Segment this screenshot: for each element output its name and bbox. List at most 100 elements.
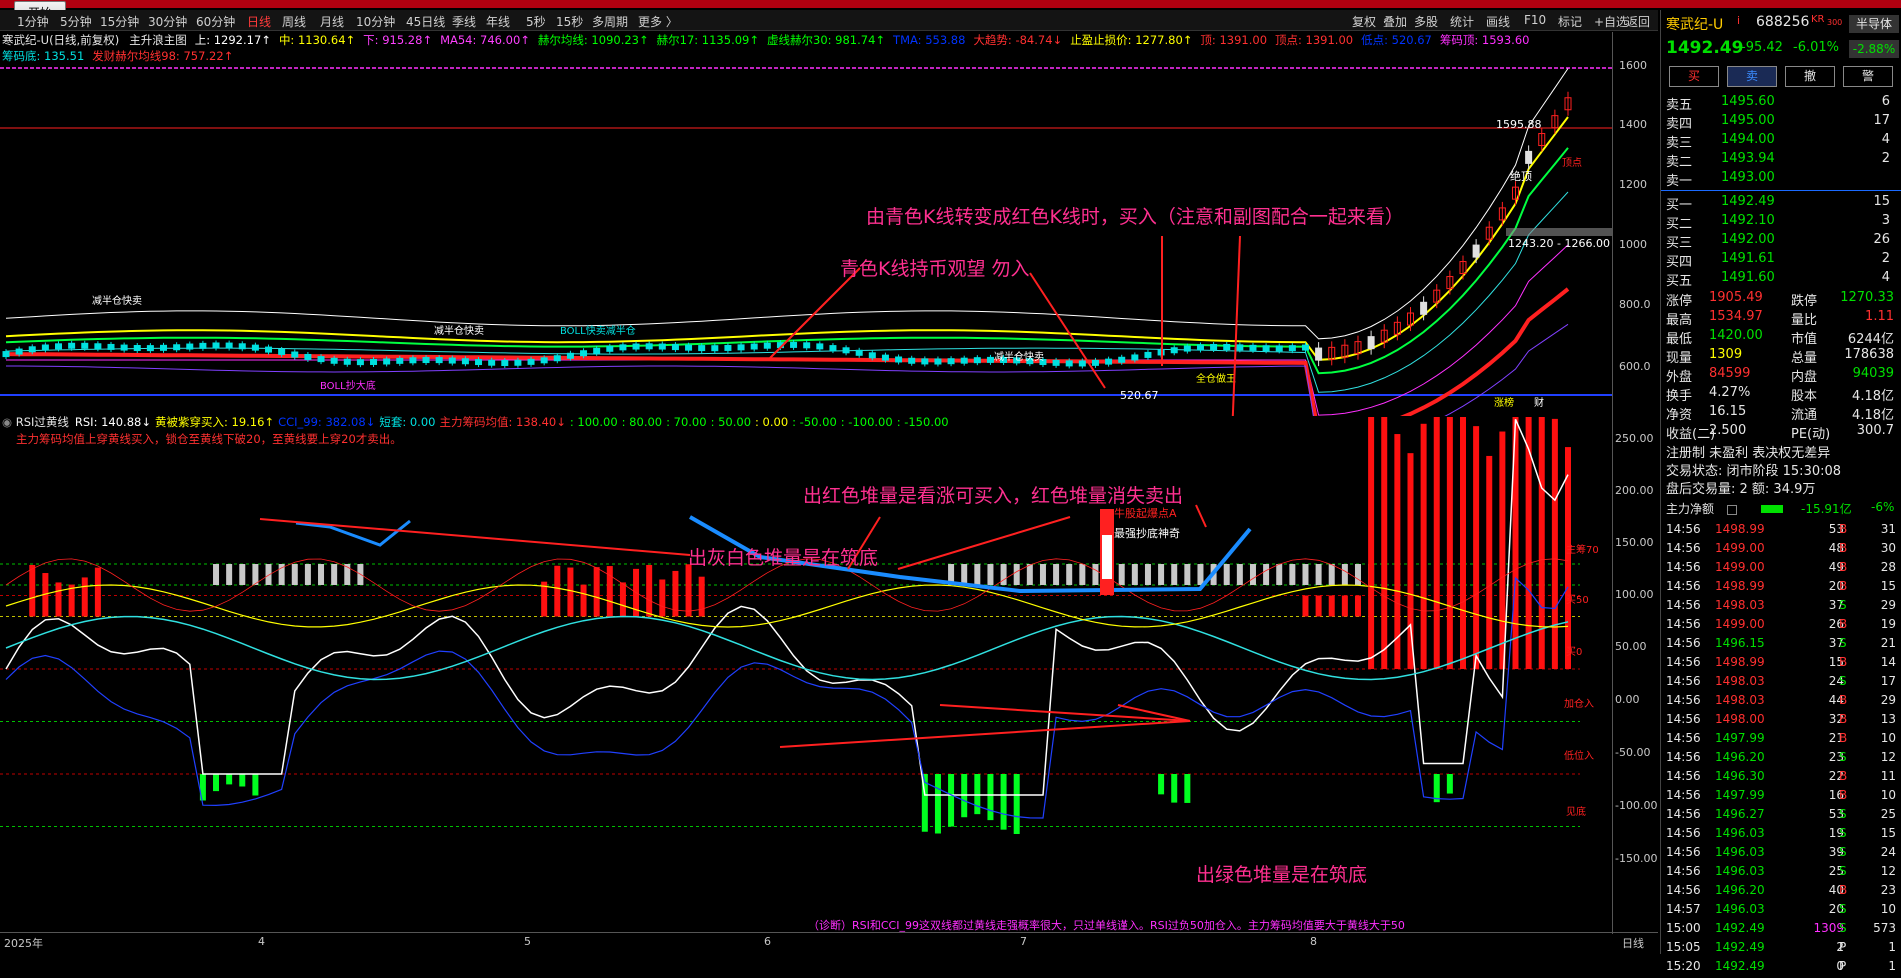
toolbar-button-3[interactable]: 统计 bbox=[1450, 13, 1474, 30]
candle bbox=[1288, 345, 1296, 352]
red-volume-bar bbox=[1473, 426, 1480, 669]
sell-button[interactable]: 卖 bbox=[1727, 66, 1777, 87]
main-axis-tick: 1000 bbox=[1619, 238, 1647, 251]
toolbar-button-5[interactable]: F10 bbox=[1524, 13, 1546, 27]
top-label: 绝顶 bbox=[1510, 169, 1532, 183]
gray-volume-bar bbox=[1131, 564, 1138, 585]
buy-button[interactable]: 买 bbox=[1669, 66, 1719, 87]
stat-row: 最高 1534.97 量比 1.11 bbox=[1666, 309, 1894, 328]
main-axis-tick: 600.0 bbox=[1619, 360, 1651, 373]
red-volume-bar bbox=[1315, 595, 1322, 617]
toolbar-button-6[interactable]: 标记 bbox=[1558, 13, 1582, 30]
annotation-red-volume: 出红色堆量是看涨可买入，红色堆量消失卖出 bbox=[803, 485, 1184, 507]
main-indicator-value: 低点: 520.67 bbox=[1361, 33, 1432, 47]
period-tab-8[interactable]: 10分钟 bbox=[356, 13, 395, 30]
period-tab-7[interactable]: 月线 bbox=[320, 13, 344, 30]
main-indicator-value: MA54: 746.00↑ bbox=[440, 33, 530, 47]
period-tab-10[interactable]: 季线 bbox=[452, 13, 476, 30]
tick-row: 14:56 1498.00 32 B 13 bbox=[1666, 712, 1896, 726]
cancel-order-button[interactable]: 撤 bbox=[1785, 66, 1835, 87]
quote-panel: 寒武纪-U i 688256 KR 300 半导体 1492.49 -95.42… bbox=[1660, 10, 1901, 973]
period-tab-1[interactable]: 5分钟 bbox=[60, 13, 92, 30]
time-axis-tick: 8 bbox=[1310, 935, 1317, 948]
period-tab-3[interactable]: 30分钟 bbox=[148, 13, 187, 30]
candle bbox=[855, 349, 863, 356]
candle bbox=[1249, 344, 1257, 351]
ask-row: 卖一 1493.00 bbox=[1666, 170, 1775, 189]
tick-row: 14:57 1496.03 20 S 10 bbox=[1666, 902, 1896, 916]
red-volume-bar bbox=[1433, 417, 1440, 669]
timeframe-label[interactable]: 日线 bbox=[1622, 935, 1644, 951]
candle bbox=[422, 357, 430, 364]
toolbar-button-1[interactable]: 叠加 bbox=[1383, 13, 1407, 30]
main-axis-tick: 1400 bbox=[1619, 118, 1647, 131]
period-tab-11[interactable]: 年线 bbox=[486, 13, 510, 30]
red-volume-bar bbox=[1407, 453, 1414, 669]
toolbar-button-2[interactable]: 多股 bbox=[1414, 13, 1438, 30]
period-tab-6[interactable]: 周线 bbox=[282, 13, 306, 30]
period-tab-5[interactable]: 日线 bbox=[247, 13, 271, 30]
sub-right-label: 加仓入 bbox=[1564, 697, 1594, 710]
low-price-label: 520.67 bbox=[1120, 389, 1159, 402]
main-price-chart[interactable]: 1595.88绝顶顶点1243.20 - 1266.00520.67减半仓快卖减… bbox=[0, 58, 1612, 416]
candle bbox=[1367, 336, 1375, 350]
main-axis-tick: 800.0 bbox=[1619, 298, 1651, 311]
sub-axis-tick: -100.00 bbox=[1615, 799, 1658, 812]
sub-axis-tick: 100.00 bbox=[1615, 588, 1654, 601]
candle bbox=[1131, 354, 1139, 361]
gray-volume-bar bbox=[1158, 564, 1165, 585]
reduce-signal-2: 减半仓快卖 bbox=[434, 324, 484, 337]
candle bbox=[461, 358, 469, 365]
period-tab-14[interactable]: 多周期 bbox=[592, 13, 628, 30]
red-volume-bar bbox=[94, 567, 101, 617]
red-volume-bar bbox=[698, 576, 705, 617]
red-volume-bar bbox=[68, 584, 75, 617]
period-tab-4[interactable]: 60分钟 bbox=[196, 13, 235, 30]
candle bbox=[553, 355, 561, 362]
toolbar-button-7[interactable]: +自选 bbox=[1594, 13, 1628, 30]
bid-row: 买五 1491.60 4 bbox=[1666, 270, 1890, 289]
period-tab-2[interactable]: 15分钟 bbox=[100, 13, 139, 30]
candle bbox=[317, 356, 325, 363]
price-row: 1492.49 -95.42 -6.01% -2.88% bbox=[1661, 38, 1901, 60]
ask-row: 卖三 1494.00 4 bbox=[1666, 132, 1890, 151]
green-volume-bar bbox=[252, 774, 259, 796]
red-volume-bar bbox=[606, 566, 613, 617]
main-indicator-value: TMA: 553.88 bbox=[893, 33, 966, 47]
arrow-green-1 bbox=[779, 720, 1191, 748]
annotation-buy-signal: 由青色K线转变成红色K线时，买入（注意和副图配合一起来看） bbox=[866, 206, 1404, 228]
candle bbox=[251, 344, 259, 351]
main-indicator-value: 中: 1130.64↑ bbox=[278, 33, 356, 47]
green-volume-bar bbox=[1446, 774, 1453, 794]
red-volume-bar bbox=[55, 582, 62, 617]
toolbar-button-4[interactable]: 画线 bbox=[1486, 13, 1510, 30]
candle bbox=[409, 357, 417, 364]
tick-row: 15:05 1492.49 2 P 1 bbox=[1666, 940, 1896, 954]
candle bbox=[107, 343, 115, 350]
red-volume-bar bbox=[29, 564, 36, 617]
main-indicator-value: 顶: 1391.00 bbox=[1200, 33, 1268, 47]
sector-badge[interactable]: 半导体 bbox=[1849, 15, 1899, 33]
gray-volume-bar bbox=[1341, 564, 1348, 585]
candle bbox=[645, 343, 653, 350]
tick-row: 14:56 1496.15 37 S 21 bbox=[1666, 636, 1896, 650]
gray-volume-bar bbox=[1302, 564, 1309, 585]
stat-row: 换手 4.27% 股本 4.18亿 bbox=[1666, 385, 1894, 404]
toolbar-button-0[interactable]: 复权 bbox=[1352, 13, 1376, 30]
main-indicator-value: 筹码顶: 1593.60 bbox=[1439, 33, 1530, 47]
annotation-gray-volume: 出灰白色堆量是在筑底 bbox=[688, 547, 879, 569]
tick-row: 14:56 1498.99 53 B 31 bbox=[1666, 522, 1896, 536]
candle bbox=[698, 345, 706, 352]
indicator-name[interactable]: 主升浪主图 bbox=[129, 33, 187, 47]
toolbar-button-8[interactable]: 返回 bbox=[1626, 13, 1650, 30]
period-tab-0[interactable]: 1分钟 bbox=[17, 13, 49, 30]
alert-button[interactable]: 警 bbox=[1843, 66, 1893, 87]
period-tab-9[interactable]: 45日线 bbox=[406, 13, 445, 30]
period-tab-13[interactable]: 15秒 bbox=[556, 13, 583, 30]
main-indicator-value: 顶点: 1391.00 bbox=[1275, 33, 1354, 47]
candle bbox=[212, 342, 220, 349]
period-tab-12[interactable]: 5秒 bbox=[526, 13, 546, 30]
green-volume-bar bbox=[226, 774, 233, 785]
candle bbox=[803, 342, 811, 349]
period-tab-15[interactable]: 更多 〉 bbox=[638, 13, 678, 30]
